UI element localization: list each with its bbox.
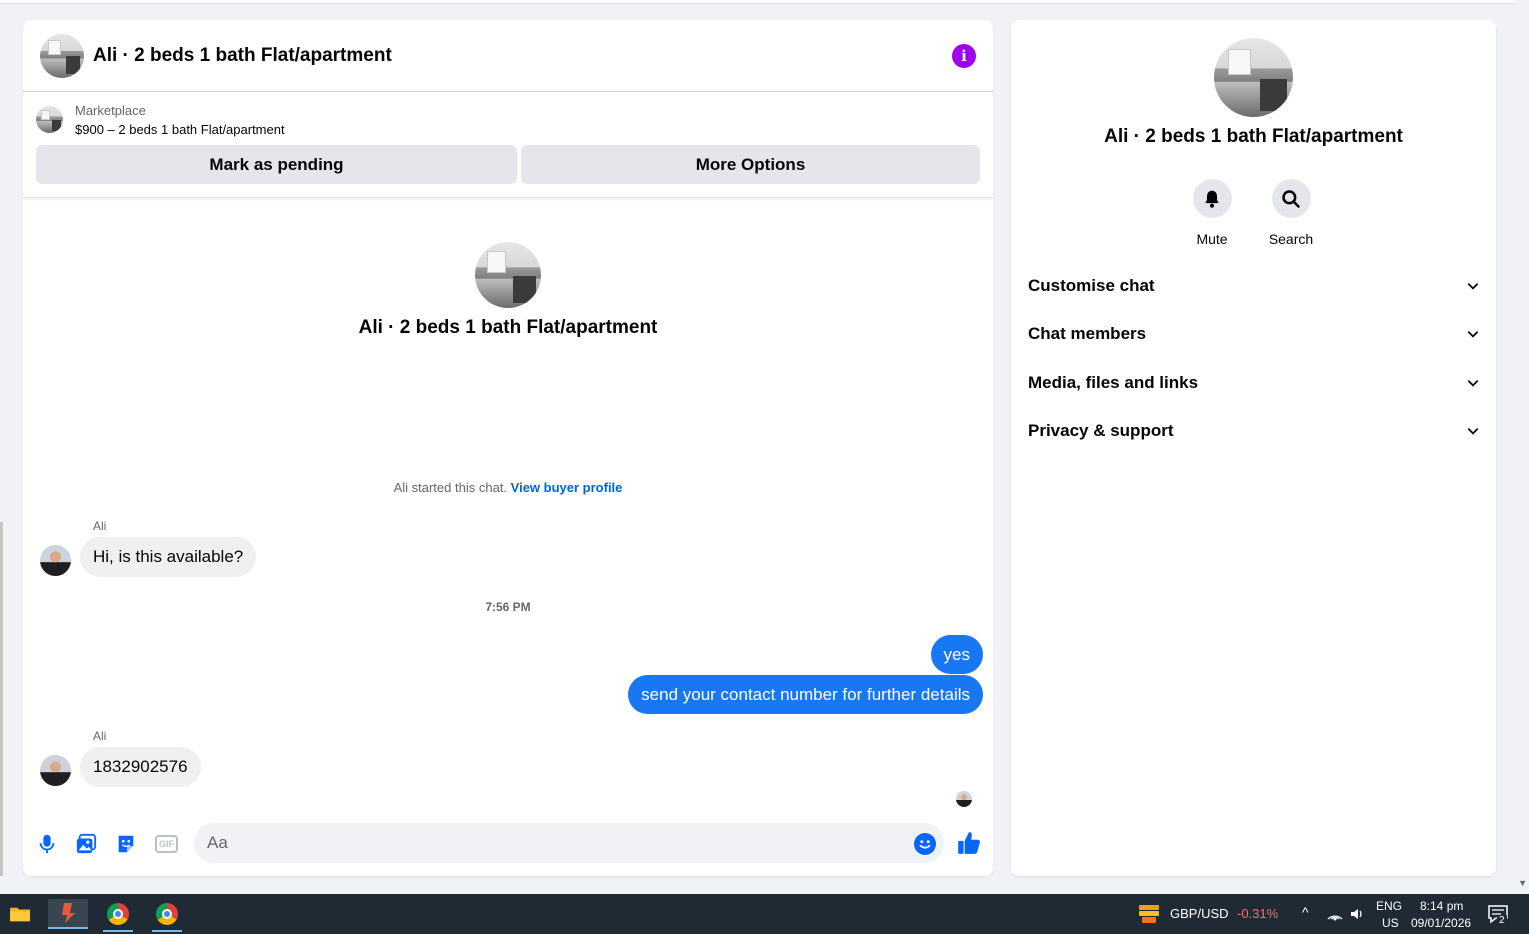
- chat-panel: Ali · 2 beds 1 bath Flat/apartment i Mar…: [23, 20, 993, 876]
- message-timestamp: 7:56 PM: [485, 600, 531, 614]
- stocks-widget-icon[interactable]: [1137, 903, 1161, 925]
- folder-icon: [10, 907, 30, 922]
- gif-icon[interactable]: GIF: [155, 835, 178, 853]
- message-input-placeholder: Aa: [207, 833, 228, 852]
- chat-info-panel: Ali · 2 beds 1 bath Flat/apartment Mute …: [1011, 20, 1496, 876]
- taskbar: GBP/USD -0.31% ^ ENG US 8:14 pm 09/01/20…: [0, 894, 1529, 934]
- mark-as-pending-button[interactable]: Mark as pending: [36, 145, 517, 184]
- taskbar-file-explorer[interactable]: [0, 899, 40, 929]
- section-chat-members[interactable]: Chat members: [1028, 319, 1480, 349]
- chrome-icon: [107, 903, 129, 925]
- info-avatar[interactable]: [1214, 38, 1293, 117]
- more-options-button[interactable]: More Options: [521, 145, 980, 184]
- clock-date[interactable]: 09/01/2026: [1411, 916, 1471, 930]
- marketplace-label: Marketplace: [75, 103, 146, 118]
- chat-started-notice: Ali started this chat. View buyer profil…: [23, 480, 993, 495]
- volume-icon[interactable]: [1349, 906, 1365, 922]
- chat-intro: Ali · 2 beds 1 bath Flat/apartment: [23, 242, 993, 339]
- taskbar-chrome-1[interactable]: [98, 899, 138, 932]
- taskbar-chrome-2[interactable]: [147, 899, 187, 932]
- listing-thumbnail[interactable]: [36, 106, 63, 133]
- notification-count: 2: [1497, 915, 1507, 926]
- section-label: Customise chat: [1028, 276, 1155, 295]
- chevron-up-icon[interactable]: ^: [1302, 904, 1309, 920]
- chat-title[interactable]: Ali · 2 beds 1 bath Flat/apartment: [93, 45, 952, 67]
- started-text: Ali started this chat.: [393, 480, 508, 495]
- message-bubble-incoming[interactable]: Hi, is this available?: [80, 537, 257, 577]
- chrome-icon: [156, 903, 178, 925]
- emoji-icon[interactable]: [914, 833, 936, 855]
- chevron-down-icon: [1467, 428, 1479, 435]
- network-icon[interactable]: [1327, 907, 1343, 921]
- avatar[interactable]: [40, 545, 71, 576]
- section-privacy-support[interactable]: Privacy & support: [1028, 416, 1480, 446]
- read-receipt-avatar: [956, 791, 972, 807]
- chevron-down-icon: [1467, 380, 1479, 387]
- clock-time[interactable]: 8:14 pm: [1420, 899, 1463, 913]
- photo-icon[interactable]: [75, 833, 97, 855]
- chevron-down-icon: [1467, 331, 1479, 338]
- thumbs-up-icon[interactable]: [956, 830, 982, 856]
- listing-avatar[interactable]: [40, 33, 84, 78]
- language-bottom[interactable]: US: [1382, 916, 1399, 930]
- message-bubble-incoming[interactable]: 1832902576: [80, 747, 201, 787]
- marketplace-banner: Marketplace $900 – 2 beds 1 bath Flat/ap…: [23, 92, 993, 198]
- language-top[interactable]: ENG: [1376, 899, 1402, 913]
- message-bubble-outgoing[interactable]: send your contact number for further det…: [628, 675, 983, 714]
- intro-avatar: [475, 242, 541, 308]
- page-scrollbar[interactable]: [1516, 0, 1529, 894]
- section-label: Chat members: [1028, 324, 1147, 343]
- chat-header: Ali · 2 beds 1 bath Flat/apartment i: [23, 20, 993, 92]
- scroll-down-arrow-icon[interactable]: ▼: [1518, 878, 1527, 888]
- left-scroll-indicator: [0, 522, 3, 876]
- avatar[interactable]: [40, 755, 71, 786]
- ticker-change: -0.31%: [1237, 906, 1279, 921]
- mute-button[interactable]: Mute: [1182, 179, 1242, 247]
- info-title: Ali · 2 beds 1 bath Flat/apartment: [1104, 126, 1403, 147]
- window-top-edge: [0, 0, 1516, 4]
- search-icon: [1282, 189, 1300, 208]
- message-input[interactable]: Aa: [194, 823, 944, 863]
- message-composer: GIF Aa: [23, 823, 993, 863]
- search-button[interactable]: Search: [1261, 179, 1321, 247]
- info-icon[interactable]: i: [952, 43, 976, 68]
- mute-label: Mute: [1196, 231, 1228, 247]
- section-label: Privacy & support: [1028, 421, 1174, 440]
- message-bubble-outgoing[interactable]: yes: [930, 635, 983, 674]
- search-label: Search: [1268, 231, 1314, 247]
- section-media-files-links[interactable]: Media, files and links: [1028, 368, 1480, 398]
- section-customise-chat[interactable]: Customise chat: [1028, 271, 1480, 301]
- view-buyer-profile-link[interactable]: View buyer profile: [511, 480, 623, 495]
- intro-title: Ali · 2 beds 1 bath Flat/apartment: [358, 317, 658, 338]
- bell-icon: [1205, 190, 1219, 208]
- taskbar-app-active[interactable]: [48, 899, 88, 929]
- ticker-symbol[interactable]: GBP/USD: [1170, 906, 1229, 921]
- sender-name: Ali: [93, 729, 107, 743]
- sticker-icon[interactable]: [115, 833, 137, 855]
- app-icon: [62, 903, 75, 923]
- chevron-down-icon: [1467, 283, 1479, 290]
- microphone-icon[interactable]: [36, 833, 58, 855]
- sender-name: Ali: [93, 519, 107, 533]
- listing-price[interactable]: $900 – 2 beds 1 bath Flat/apartment: [75, 120, 285, 140]
- section-label: Media, files and links: [1028, 373, 1199, 392]
